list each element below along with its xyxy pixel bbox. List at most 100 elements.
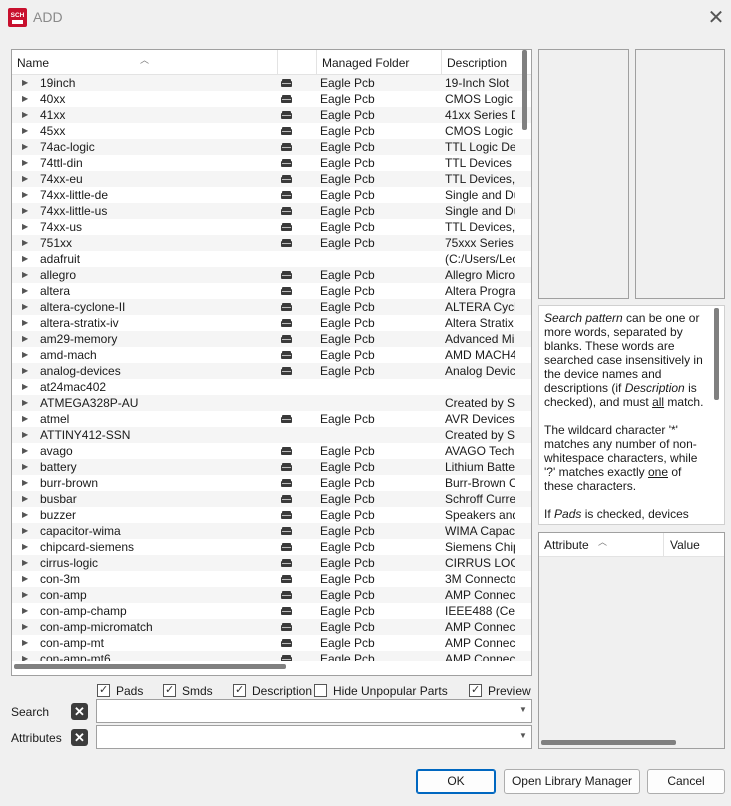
library-row[interactable]: ▶ con-amp-mt6 Eagle Pcb AMP Connect	[12, 651, 531, 661]
expand-arrow-icon[interactable]: ▶	[22, 75, 28, 91]
library-row[interactable]: ▶ 751xx Eagle Pcb 75xxx Series	[12, 235, 531, 251]
library-row[interactable]: ▶ 74xx-little-us Eagle Pcb Single and Du	[12, 203, 531, 219]
library-row[interactable]: ▶ avago Eagle Pcb AVAGO Tech	[12, 443, 531, 459]
expand-arrow-icon[interactable]: ▶	[22, 427, 28, 443]
expand-arrow-icon[interactable]: ▶	[22, 299, 28, 315]
library-row[interactable]: ▶ battery Eagle Pcb Lithium Batte	[12, 459, 531, 475]
expand-arrow-icon[interactable]: ▶	[22, 139, 28, 155]
library-row[interactable]: ▶ 40xx Eagle Pcb CMOS Logic I	[12, 91, 531, 107]
library-row[interactable]: ▶ con-amp Eagle Pcb AMP Connect	[12, 587, 531, 603]
attributes-combobox[interactable]: ▼	[96, 725, 532, 749]
search-input[interactable]	[97, 700, 507, 722]
library-row[interactable]: ▶ 74ttl-din Eagle Pcb TTL Devices	[12, 155, 531, 171]
library-row[interactable]: ▶ atmel Eagle Pcb AVR Devices	[12, 411, 531, 427]
library-row[interactable]: ▶ altera-stratix-iv Eagle Pcb Altera Strati…	[12, 315, 531, 331]
library-row[interactable]: ▶ burr-brown Eagle Pcb Burr-Brown C	[12, 475, 531, 491]
library-row[interactable]: ▶ con-amp-mt Eagle Pcb AMP Connect	[12, 635, 531, 651]
library-row[interactable]: ▶ ATTINY412-SSN Created by S	[12, 427, 531, 443]
expand-arrow-icon[interactable]: ▶	[22, 571, 28, 587]
library-row[interactable]: ▶ adafruit (C:/Users/Leo	[12, 251, 531, 267]
expand-arrow-icon[interactable]: ▶	[22, 459, 28, 475]
horizontal-scrollbar[interactable]	[14, 664, 286, 669]
library-row[interactable]: ▶ altera-cyclone-II Eagle Pcb ALTERA Cycl	[12, 299, 531, 315]
expand-arrow-icon[interactable]: ▶	[22, 283, 28, 299]
column-header-attribute[interactable]: Attribute ︿	[539, 533, 664, 557]
library-tree[interactable]: Name ︿ Managed Folder Description ▶ 19inc…	[11, 49, 532, 676]
library-row[interactable]: ▶ 41xx Eagle Pcb 41xx Series D	[12, 107, 531, 123]
close-icon[interactable]: ✕	[705, 7, 727, 29]
vertical-scrollbar[interactable]	[522, 50, 527, 130]
search-combobox[interactable]: ▼	[96, 699, 532, 723]
expand-arrow-icon[interactable]: ▶	[22, 315, 28, 331]
library-row[interactable]: ▶ chipcard-siemens Eagle Pcb Siemens Chip	[12, 539, 531, 555]
preview-checkbox[interactable]: Preview	[469, 683, 531, 698]
library-row[interactable]: ▶ con-3m Eagle Pcb 3M Connecto	[12, 571, 531, 587]
column-header-description[interactable]: Description	[442, 50, 522, 75]
expand-arrow-icon[interactable]: ▶	[22, 363, 28, 379]
column-header-managed-folder[interactable]: Managed Folder	[317, 50, 442, 75]
hide-unpopular-checkbox[interactable]: Hide Unpopular Parts	[314, 684, 448, 698]
expand-arrow-icon[interactable]: ▶	[22, 443, 28, 459]
pads-checkbox[interactable]: Pads	[97, 683, 143, 698]
library-row[interactable]: ▶ 45xx Eagle Pcb CMOS Logic I	[12, 123, 531, 139]
clear-attributes-icon[interactable]: ✕	[71, 729, 88, 746]
help-scrollbar[interactable]	[714, 308, 719, 400]
expand-arrow-icon[interactable]: ▶	[22, 411, 28, 427]
expand-arrow-icon[interactable]: ▶	[22, 587, 28, 603]
expand-arrow-icon[interactable]: ▶	[22, 539, 28, 555]
attribute-horizontal-scrollbar[interactable]	[541, 740, 676, 745]
open-library-manager-button[interactable]: Open Library Manager	[504, 769, 640, 794]
expand-arrow-icon[interactable]: ▶	[22, 155, 28, 171]
ok-button[interactable]: OK	[416, 769, 496, 794]
expand-arrow-icon[interactable]: ▶	[22, 491, 28, 507]
library-row[interactable]: ▶ analog-devices Eagle Pcb Analog Devic	[12, 363, 531, 379]
expand-arrow-icon[interactable]: ▶	[22, 555, 28, 571]
column-header-name[interactable]: Name ︿	[12, 50, 278, 75]
library-row[interactable]: ▶ con-amp-micromatch Eagle Pcb AMP Connect	[12, 619, 531, 635]
expand-arrow-icon[interactable]: ▶	[22, 251, 28, 267]
expand-arrow-icon[interactable]: ▶	[22, 219, 28, 235]
expand-arrow-icon[interactable]: ▶	[22, 107, 28, 123]
library-row[interactable]: ▶ busbar Eagle Pcb Schroff Curre	[12, 491, 531, 507]
expand-arrow-icon[interactable]: ▶	[22, 203, 28, 219]
column-header-lock[interactable]	[278, 50, 317, 75]
library-row[interactable]: ▶ at24mac402	[12, 379, 531, 395]
expand-arrow-icon[interactable]: ▶	[22, 379, 28, 395]
library-row[interactable]: ▶ 74xx-little-de Eagle Pcb Single and Du	[12, 187, 531, 203]
expand-arrow-icon[interactable]: ▶	[22, 235, 28, 251]
expand-arrow-icon[interactable]: ▶	[22, 347, 28, 363]
smds-checkbox[interactable]: Smds	[163, 683, 213, 698]
library-row[interactable]: ▶ cirrus-logic Eagle Pcb CIRRUS LOGI	[12, 555, 531, 571]
library-row[interactable]: ▶ allegro Eagle Pcb Allegro Micro	[12, 267, 531, 283]
clear-search-icon[interactable]: ✕	[71, 703, 88, 720]
cancel-button[interactable]: Cancel	[647, 769, 725, 794]
expand-arrow-icon[interactable]: ▶	[22, 475, 28, 491]
chevron-down-icon[interactable]: ▼	[519, 705, 527, 714]
library-row[interactable]: ▶ ATMEGA328P-AU Created by S	[12, 395, 531, 411]
expand-arrow-icon[interactable]: ▶	[22, 91, 28, 107]
library-row[interactable]: ▶ am29-memory Eagle Pcb Advanced Mi	[12, 331, 531, 347]
library-row[interactable]: ▶ capacitor-wima Eagle Pcb WIMA Capac	[12, 523, 531, 539]
library-row[interactable]: ▶ 74xx-eu Eagle Pcb TTL Devices,	[12, 171, 531, 187]
library-row[interactable]: ▶ 19inch Eagle Pcb 19-Inch Slot	[12, 75, 531, 91]
expand-arrow-icon[interactable]: ▶	[22, 507, 28, 523]
expand-arrow-icon[interactable]: ▶	[22, 635, 28, 651]
library-row[interactable]: ▶ buzzer Eagle Pcb Speakers and	[12, 507, 531, 523]
library-row[interactable]: ▶ 74xx-us Eagle Pcb TTL Devices,	[12, 219, 531, 235]
library-row[interactable]: ▶ altera Eagle Pcb Altera Progra	[12, 283, 531, 299]
expand-arrow-icon[interactable]: ▶	[22, 267, 28, 283]
expand-arrow-icon[interactable]: ▶	[22, 651, 28, 661]
library-row[interactable]: ▶ con-amp-champ Eagle Pcb IEEE488 (Ce	[12, 603, 531, 619]
expand-arrow-icon[interactable]: ▶	[22, 171, 28, 187]
column-header-value[interactable]: Value	[665, 533, 724, 557]
library-row[interactable]: ▶ 74ac-logic Eagle Pcb TTL Logic De	[12, 139, 531, 155]
expand-arrow-icon[interactable]: ▶	[22, 123, 28, 139]
expand-arrow-icon[interactable]: ▶	[22, 395, 28, 411]
expand-arrow-icon[interactable]: ▶	[22, 619, 28, 635]
expand-arrow-icon[interactable]: ▶	[22, 523, 28, 539]
attributes-input[interactable]	[97, 726, 507, 748]
expand-arrow-icon[interactable]: ▶	[22, 603, 28, 619]
library-row[interactable]: ▶ amd-mach Eagle Pcb AMD MACH4/	[12, 347, 531, 363]
expand-arrow-icon[interactable]: ▶	[22, 331, 28, 347]
expand-arrow-icon[interactable]: ▶	[22, 187, 28, 203]
